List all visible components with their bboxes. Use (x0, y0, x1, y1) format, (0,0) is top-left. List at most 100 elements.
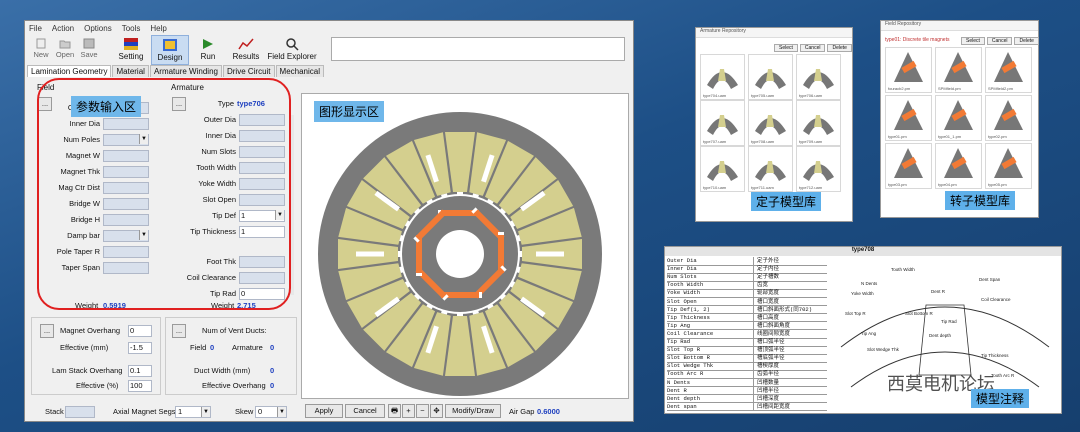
stator-model-thumbnail[interactable]: type710.uam (700, 146, 745, 192)
save-button[interactable]: Save (75, 35, 103, 63)
lam-stack-label: Lam Stack Overhang (52, 366, 123, 375)
cancel-button[interactable]: Cancel (345, 404, 385, 418)
rotor-flux-barrier (356, 251, 384, 257)
air-gap-value: 0.6000 (537, 407, 560, 416)
stator-model-thumbnail[interactable]: type706.uam (796, 54, 841, 100)
setting-icon (124, 38, 138, 50)
stack-label: Stack (45, 407, 64, 416)
select-button[interactable]: Select (774, 44, 798, 52)
vent-field-value: 0 (210, 343, 215, 352)
toolbar: New Open Save Setting Design Run Results… (27, 35, 627, 65)
stator-repo-buttons: Select Cancel Delete (774, 44, 852, 52)
rotor-model-thumbnail[interactable]: SPMfield.pm (935, 47, 982, 93)
magnet-overhang-input[interactable]: 0 (128, 325, 152, 337)
rotor-magnet-shape-icon (894, 100, 923, 130)
effective-overhang-value: 0 (270, 381, 275, 390)
tab-lamination-geometry[interactable]: Lamination Geometry (27, 65, 112, 77)
stator-model-thumbnail[interactable]: type711.uam (748, 146, 793, 192)
stack-input[interactable] (65, 406, 95, 418)
rotor-model-thumbnail[interactable]: type03.pm (885, 143, 932, 189)
model-annotation-label: 模型注释 (971, 389, 1030, 408)
diagram-label: Tip Rad (941, 319, 957, 324)
zoom-out-button[interactable]: − (416, 404, 429, 418)
zoom-in-button[interactable]: + (402, 404, 415, 418)
rotor-magnet-shape-icon (944, 148, 973, 178)
model-annotation-window: type708 Outer Dia 定子外径 Inner Dia 定子内径 Nu… (664, 246, 1062, 414)
overhang-browse-button[interactable]: ... (40, 324, 54, 338)
effective-mm-label: Effective (mm) (60, 343, 109, 352)
setting-button[interactable]: Setting (113, 35, 149, 63)
design-button[interactable]: Design (151, 35, 189, 65)
run-icon (203, 39, 213, 49)
stator-library-label: 定子模型库 (751, 192, 822, 211)
skew-select[interactable]: 0 ▼ (255, 406, 287, 418)
diagram-label: Tip Ang (861, 331, 877, 336)
chevron-down-icon: ▼ (277, 407, 286, 417)
stator-repo-title: Armature Repository (696, 28, 852, 38)
diagram-label: Dent depth (929, 333, 952, 338)
tab-material[interactable]: Material (112, 65, 149, 77)
apply-button[interactable]: Apply (305, 404, 343, 418)
rotor-repo-buttons: Select Cancel Delete (961, 37, 1039, 45)
stator-slot-shape-icon (803, 115, 834, 135)
stator-repository-window: Armature Repository Select Cancel Delete… (695, 27, 853, 222)
air-gap-label: Air Gap (509, 407, 535, 416)
tab-drive-circuit[interactable]: Drive Circuit (222, 65, 275, 77)
duct-width-value: 0 (270, 366, 275, 375)
motor-cross-section (318, 112, 602, 396)
print-button[interactable]: 🖶 (388, 404, 401, 418)
stator-model-thumbnail[interactable]: type704.uam (700, 54, 745, 100)
delete-button[interactable]: Delete (1014, 37, 1039, 45)
axial-segs-select[interactable]: 1 ▼ (175, 406, 211, 418)
rotor-magnet-shape-icon (994, 148, 1023, 178)
graphics-display[interactable] (301, 93, 629, 399)
rotor-library-label: 转子模型库 (945, 191, 1016, 210)
rotor-model-thumbnail[interactable]: type01_1.pm (935, 95, 982, 141)
shaft-bore (436, 230, 484, 278)
vent-browse-button[interactable]: ... (172, 324, 186, 338)
stator-slot-shape-icon (707, 115, 738, 135)
diagram-label: Slot Top R (845, 311, 866, 316)
stator-model-thumbnail[interactable]: type708.uam (748, 100, 793, 146)
diagram-label: Dent R (931, 289, 946, 294)
input-area-callout: 参数输入区 (71, 96, 142, 117)
delete-button[interactable]: Delete (827, 44, 852, 52)
select-button[interactable]: Select (961, 37, 985, 45)
magnifier-icon (286, 38, 299, 51)
run-button[interactable]: Run (193, 35, 223, 63)
effective-mm-value: -1.5 (128, 342, 152, 354)
rotor-model-thumbnail[interactable]: type05.pm (985, 143, 1032, 189)
model-param-row: Dent span 凹槽间距宽度 (667, 402, 827, 412)
rotor-model-thumbnail[interactable]: fouracb2.pm (885, 47, 932, 93)
modify-draw-button[interactable]: Modify/Draw (445, 404, 501, 418)
tab-mechanical[interactable]: Mechanical (275, 65, 324, 77)
tab-bar: Lamination Geometry Material Armature Wi… (27, 65, 325, 77)
axial-segs-label: Axial Magnet Segs (113, 407, 176, 416)
stator-model-thumbnail[interactable]: type705.uam (748, 54, 793, 100)
pan-button[interactable]: ✥ (430, 404, 443, 418)
overhang-panel: ... Magnet Overhang 0 Effective (mm) -1.… (31, 317, 161, 395)
rotor-magnet-shape-icon (994, 52, 1023, 82)
rotor-model-thumbnail[interactable]: type04.pm (935, 143, 982, 189)
stator-model-thumbnail[interactable]: type712.uam (796, 146, 841, 192)
diagram-label: Yoke Width (851, 291, 874, 296)
stator-model-thumbnail[interactable]: type707.uam (700, 100, 745, 146)
rotor-model-thumbnail[interactable]: type02.pm (985, 95, 1032, 141)
results-button[interactable]: Results (229, 35, 263, 63)
new-icon (36, 38, 46, 49)
vent-duct-panel: ... Num of Vent Ducts: Field 0 Armature … (165, 317, 297, 395)
results-chart-icon (238, 38, 254, 50)
vent-ducts-label: Num of Vent Ducts: (202, 326, 267, 335)
display-area-callout: 图形显示区 (314, 101, 385, 122)
diagram-label: Slot Bottom R (905, 311, 934, 316)
stator-model-thumbnail[interactable]: type709.uam (796, 100, 841, 146)
stator-slot-shape-icon (755, 161, 786, 181)
cancel-button[interactable]: Cancel (986, 37, 1013, 45)
rotor-model-thumbnail[interactable]: SPMfield2.pm (985, 47, 1032, 93)
rotor-model-thumbnail[interactable]: type01.pm (885, 95, 932, 141)
diagram-label: Slot Wedge Thk (867, 347, 900, 352)
cancel-button[interactable]: Cancel (799, 44, 826, 52)
field-explorer-button[interactable]: Field Explorer (267, 35, 317, 63)
tab-armature-winding[interactable]: Armature Winding (149, 65, 222, 77)
lam-stack-input[interactable]: 0.1 (128, 365, 152, 377)
